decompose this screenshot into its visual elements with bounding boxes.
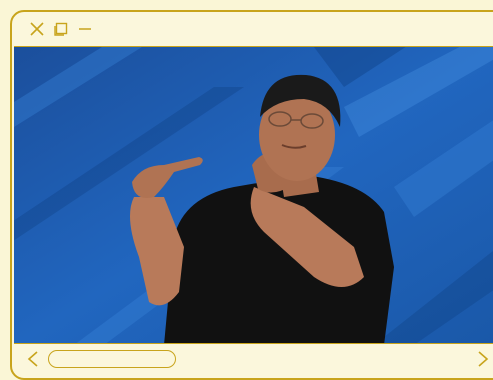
maximize-icon[interactable] [52, 20, 70, 38]
minimize-icon[interactable] [76, 20, 94, 38]
title-bar [12, 12, 493, 46]
scrollbar-thumb[interactable] [48, 350, 176, 368]
interpreter-image [14, 47, 493, 343]
video-frame[interactable] [14, 46, 493, 344]
close-icon[interactable] [28, 20, 46, 38]
chevron-right-icon[interactable] [474, 348, 492, 370]
app-window [10, 10, 493, 380]
navigation-bar [12, 346, 493, 374]
chevron-left-icon[interactable] [24, 348, 42, 370]
